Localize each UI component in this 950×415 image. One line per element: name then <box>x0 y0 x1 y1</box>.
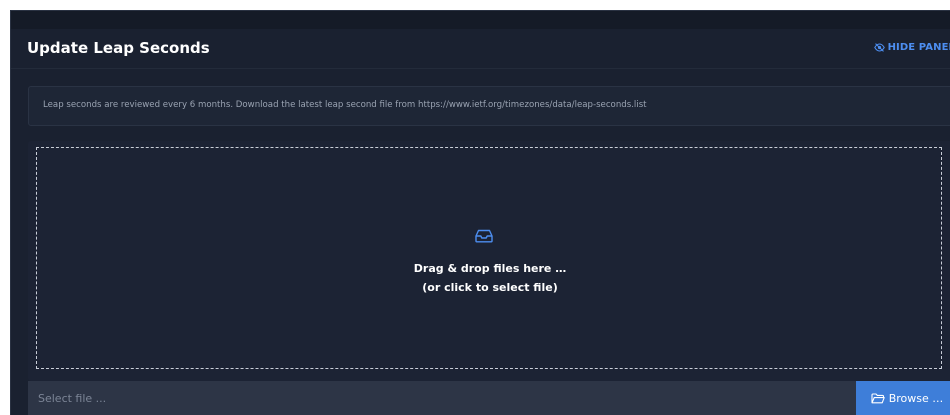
browse-label: Browse … <box>888 392 944 405</box>
dropzone-subinstruction: (or click to select file) <box>422 281 558 294</box>
panel-top-band <box>11 11 950 29</box>
dropzone-instruction: Drag & drop files here … <box>413 262 567 275</box>
select-file-input[interactable] <box>28 381 854 415</box>
info-box: Leap seconds are reviewed every 6 months… <box>28 86 950 126</box>
hide-panel-label: HIDE PANEL <box>887 42 950 53</box>
dropzone-container: Drag & drop files here … (or click to se… <box>28 141 950 381</box>
browse-button[interactable]: Browse … <box>856 381 950 415</box>
panel-title: Update Leap Seconds <box>27 39 210 57</box>
file-select-row: Browse … <box>28 381 950 415</box>
file-dropzone[interactable]: Drag & drop files here … (or click to se… <box>36 147 942 369</box>
info-text: Leap seconds are reviewed every 6 months… <box>43 100 647 110</box>
screenshot-canvas: Update Leap Seconds HIDE PANEL Leap seco… <box>0 0 950 415</box>
leap-seconds-panel: Update Leap Seconds HIDE PANEL Leap seco… <box>10 10 950 415</box>
eye-slash-icon <box>873 43 885 52</box>
header-divider <box>11 68 950 69</box>
folder-open-icon <box>871 393 885 404</box>
hide-panel-button[interactable]: HIDE PANEL <box>873 42 950 53</box>
inbox-icon <box>475 228 493 247</box>
